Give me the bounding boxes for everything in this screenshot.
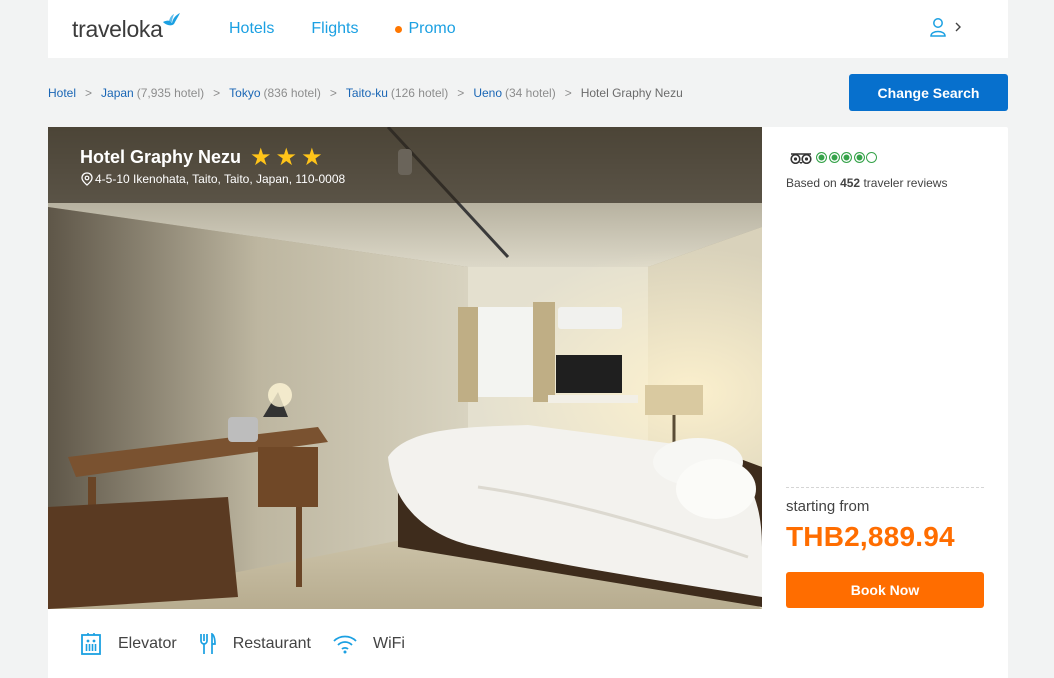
star-icon: ★ bbox=[301, 143, 323, 171]
location-pin-icon bbox=[81, 172, 93, 186]
breadcrumb-count: (836 hotel) bbox=[263, 86, 321, 100]
book-now-button[interactable]: Book Now bbox=[786, 572, 984, 608]
breadcrumb-japan[interactable]: Japan bbox=[101, 86, 134, 100]
breadcrumb-count: (126 hotel) bbox=[390, 86, 449, 100]
reviews-prefix: Based on bbox=[786, 176, 837, 190]
price-divider bbox=[786, 487, 984, 488]
breadcrumb-ueno[interactable]: Ueno bbox=[473, 86, 502, 100]
restaurant-icon bbox=[199, 633, 216, 654]
change-search-button[interactable]: Change Search bbox=[849, 74, 1008, 111]
rating-circle-icon bbox=[841, 152, 852, 163]
tripadvisor-rating bbox=[789, 151, 879, 164]
main-nav: Hotels Flights Promo bbox=[229, 0, 493, 58]
facility-wifi: WiFi bbox=[333, 634, 405, 654]
bird-icon bbox=[162, 13, 180, 26]
address-text: 4-5-10 Ikenohata, Taito, Taito, Japan, 1… bbox=[95, 172, 346, 186]
starting-from-label: starting from bbox=[786, 498, 870, 515]
hotel-card: Hotel Graphy Nezu ★ ★ ★ 4-5-10 Ikenohata… bbox=[48, 127, 1008, 678]
breadcrumb-taito-ku[interactable]: Taito-ku bbox=[346, 86, 388, 100]
nav-promo-label: Promo bbox=[408, 20, 456, 37]
rating-circle-icon bbox=[828, 152, 840, 163]
nav-hotels[interactable]: Hotels bbox=[229, 20, 274, 38]
breadcrumb-separator: > bbox=[85, 86, 93, 100]
nav-flights[interactable]: Flights bbox=[311, 20, 358, 38]
facilities-list: Elevator Restaurant WiFi bbox=[80, 633, 427, 655]
hotel-name: Hotel Graphy Nezu bbox=[80, 147, 242, 167]
breadcrumb-tokyo[interactable]: Tokyo bbox=[229, 86, 260, 100]
tripadvisor-score bbox=[816, 152, 879, 163]
review-count: Based on 452 traveler reviews bbox=[786, 176, 947, 190]
star-rating: ★ ★ ★ bbox=[250, 143, 327, 171]
booking-panel: Based on 452 traveler reviews starting f… bbox=[762, 127, 1008, 609]
price-value: THB2,889.94 bbox=[786, 521, 955, 552]
breadcrumb-separator: > bbox=[213, 86, 221, 100]
rating-circle-empty-icon bbox=[866, 152, 877, 163]
top-navigation-bar: traveloka Hotels Flights Promo bbox=[48, 0, 1008, 58]
elevator-icon bbox=[81, 633, 101, 655]
reviews-suffix: traveler reviews bbox=[863, 176, 948, 190]
traveloka-logo[interactable]: traveloka bbox=[72, 13, 181, 44]
nav-promo[interactable]: Promo bbox=[395, 20, 456, 38]
hotel-address: 4-5-10 Ikenohata, Taito, Taito, Japan, 1… bbox=[81, 172, 345, 186]
breadcrumb-current: Hotel Graphy Nezu bbox=[580, 86, 683, 100]
facility-elevator: Elevator bbox=[80, 633, 177, 655]
chevron-right-icon bbox=[955, 22, 961, 32]
facility-restaurant: Restaurant bbox=[199, 633, 311, 655]
hotel-photo[interactable]: Hotel Graphy Nezu ★ ★ ★ 4-5-10 Ikenohata… bbox=[48, 127, 762, 609]
user-icon bbox=[930, 18, 946, 37]
breadcrumb-separator: > bbox=[564, 86, 572, 100]
breadcrumb-count: (7,935 hotel) bbox=[136, 86, 205, 100]
tripadvisor-owl-icon bbox=[790, 153, 812, 164]
breadcrumb-separator: > bbox=[457, 86, 465, 100]
reviews-number: 452 bbox=[840, 176, 861, 190]
star-icon: ★ bbox=[250, 143, 272, 171]
promo-dot-icon bbox=[395, 25, 403, 33]
star-icon: ★ bbox=[275, 143, 298, 171]
rating-circle-icon bbox=[853, 152, 865, 163]
rating-circle-icon bbox=[816, 152, 827, 163]
breadcrumb-count: (34 hotel) bbox=[505, 86, 556, 100]
breadcrumb-separator: > bbox=[329, 86, 337, 100]
breadcrumb: Hotel > Japan (7,935 hotel) > Tokyo (836… bbox=[48, 86, 683, 100]
user-account-button[interactable] bbox=[930, 17, 964, 37]
breadcrumb-hotel[interactable]: Hotel bbox=[48, 86, 76, 100]
wifi-icon bbox=[333, 635, 357, 654]
hotel-title: Hotel Graphy Nezu ★ ★ ★ bbox=[80, 143, 327, 171]
facility-label: Restaurant bbox=[232, 635, 311, 652]
facility-label: Elevator bbox=[118, 635, 177, 652]
logo-text: traveloka bbox=[72, 16, 163, 42]
facility-label: WiFi bbox=[372, 635, 405, 652]
